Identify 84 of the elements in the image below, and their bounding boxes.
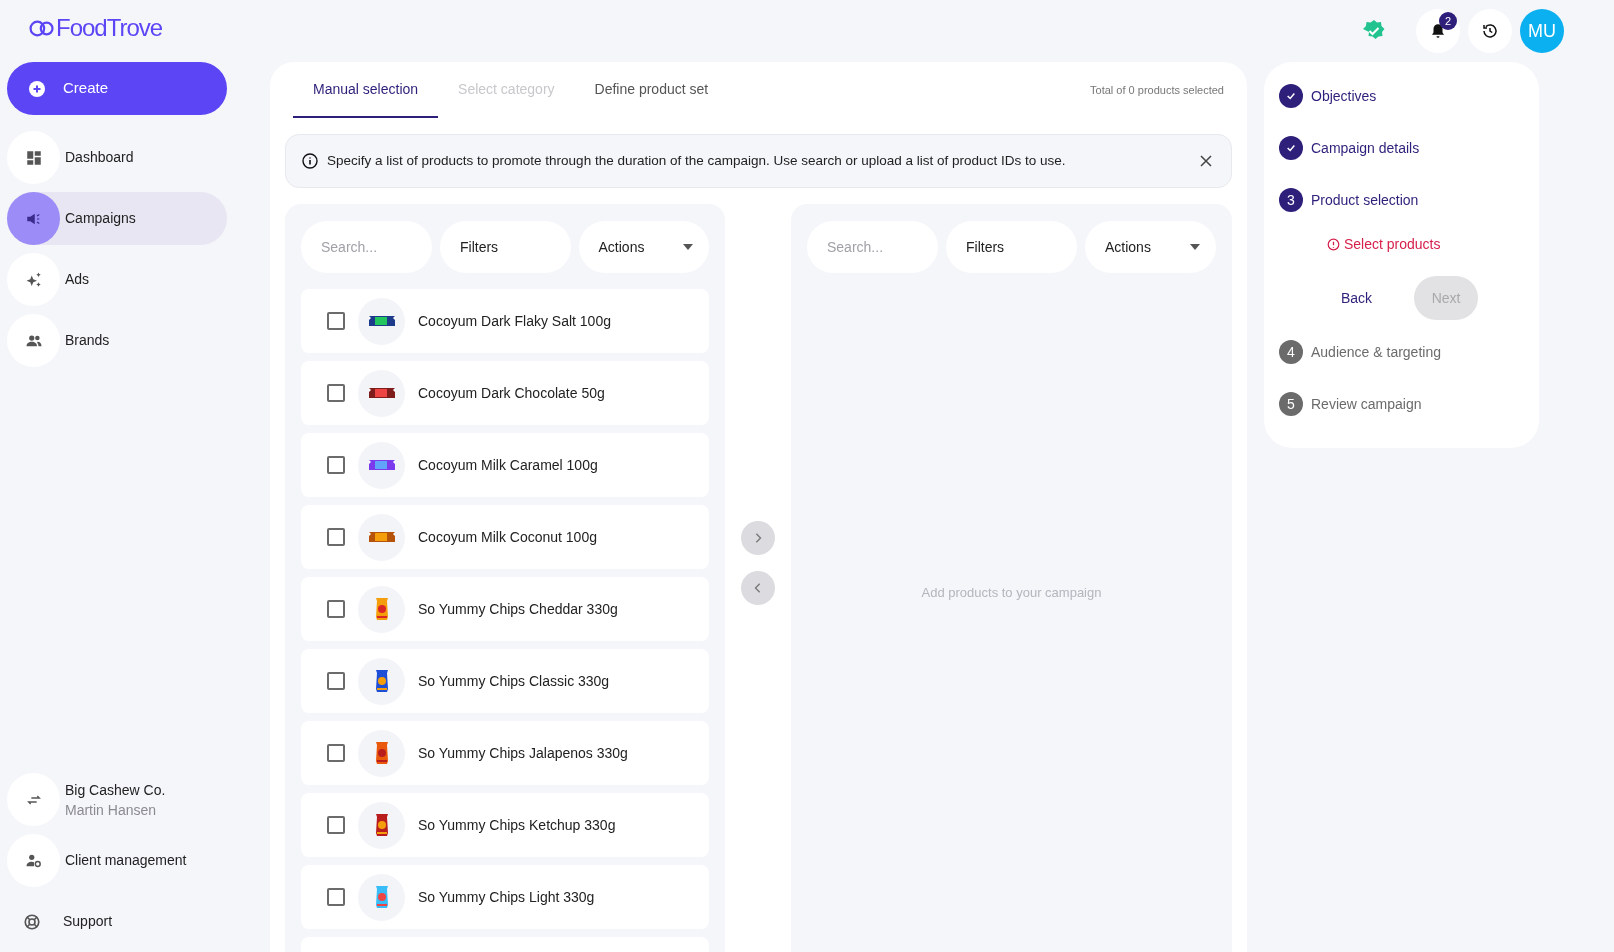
close-icon [1200, 155, 1212, 167]
caret-icon [1190, 244, 1200, 250]
info-icon [302, 153, 318, 169]
search-field[interactable]: Search... [807, 221, 938, 273]
product-row[interactable]: Cocoyum Milk Coconut 100g [301, 505, 709, 569]
product-row[interactable]: Cocoyum Milk Caramel 100g [301, 433, 709, 497]
dashboard-icon [24, 148, 43, 167]
product-row[interactable]: So Yummy Chips Light 330g [301, 865, 709, 929]
lifebuoy-icon [23, 912, 41, 931]
error-message: Select products [1344, 234, 1441, 254]
step-label[interactable]: Objectives [1311, 85, 1377, 107]
sparkles-icon [24, 270, 43, 289]
product-name: Cocoyum Milk Caramel 100g [418, 455, 598, 475]
nav-item[interactable]: Campaigns [7, 192, 227, 245]
step-label[interactable]: Review campaign [1311, 393, 1422, 415]
nav-label: Brands [65, 331, 110, 350]
tab[interactable]: Manual selection [293, 62, 439, 118]
product-row[interactable]: So Yummy Chips Cheddar 330g [301, 577, 709, 641]
logo[interactable]: FoodTrove [56, 10, 163, 46]
step-label[interactable]: Audience & targeting [1311, 341, 1441, 363]
notification-count: 2 [1439, 12, 1457, 30]
product-name: So Yummy Chips Ketchup 330g [418, 815, 616, 835]
step-label[interactable]: Product selection [1311, 189, 1419, 211]
nav-label: Support [63, 912, 113, 931]
product-row[interactable]: So Yummy Chips Jalapenos 330g [301, 721, 709, 785]
tab[interactable]: Define product set [574, 62, 729, 118]
actions-dropdown[interactable]: Actions [578, 221, 709, 273]
nav-label: Ads [65, 270, 90, 289]
filters-button[interactable]: Filters [440, 221, 571, 273]
product-name: Cocoyum Dark Flaky Salt 100g [418, 311, 611, 331]
nav-item[interactable]: Ads [7, 253, 227, 306]
logo-rings-icon [29, 19, 55, 37]
nav-item[interactable]: Client management [7, 834, 263, 887]
empty-state-text: Add products to your campaign [921, 583, 1102, 602]
product-name: So Yummy Chips Cheddar 330g [418, 599, 618, 619]
product-name: Cocoyum Dark Chocolate 50g [418, 383, 605, 403]
check-icon [1286, 143, 1296, 153]
step-number-badge: 4 [1279, 340, 1303, 364]
step-label[interactable]: Campaign details [1311, 137, 1420, 159]
notifications-button[interactable]: 2 [1416, 9, 1460, 53]
checkbox[interactable] [327, 456, 345, 474]
nav-item[interactable]: Support [7, 895, 263, 948]
checkbox[interactable] [327, 528, 345, 546]
alert-icon [1327, 237, 1340, 251]
chevron-left-icon [753, 583, 763, 593]
checkbox[interactable] [327, 816, 345, 834]
user-name: Martin Hansen [65, 800, 158, 820]
product-name: Cocoyum Milk Coconut 100g [418, 527, 597, 547]
create-button[interactable]: Create [7, 62, 227, 115]
nav-label: Campaigns [65, 209, 136, 228]
checkbox[interactable] [327, 888, 345, 906]
product-row[interactable]: Cocoyum Dark Chocolate 50g [301, 361, 709, 425]
search-field[interactable]: Search... [301, 221, 432, 273]
product-row[interactable]: So Yummy Chips Ketchup 330g [301, 793, 709, 857]
selection-total: Total of 0 products selected [1090, 82, 1224, 98]
company-name: Big Cashew Co. [65, 780, 166, 800]
product-name: So Yummy Chips Light 330g [418, 887, 595, 907]
account-switcher[interactable]: Big Cashew Co. Martin Hansen [7, 773, 263, 826]
checkbox[interactable] [327, 312, 345, 330]
check-icon [1286, 91, 1296, 101]
checkbox[interactable] [327, 744, 345, 762]
back-button[interactable]: Back [1317, 276, 1397, 320]
nav-label: Client management [65, 851, 187, 870]
history-button[interactable] [1468, 9, 1512, 53]
caret-icon [683, 244, 693, 250]
product-name: So Yummy Chips Classic 330g [418, 671, 610, 691]
product-row[interactable]: So Yummy Chips Classic 330g [301, 649, 709, 713]
actions-dropdown[interactable]: Actions [1085, 221, 1216, 273]
product-row[interactable]: Cocoyum Dark Flaky Salt 100g [301, 289, 709, 353]
checkbox[interactable] [327, 600, 345, 618]
nav-label: Dashboard [65, 148, 134, 167]
checkbox[interactable] [327, 672, 345, 690]
history-icon [1481, 22, 1499, 40]
info-text: Specify a list of products to promote through the duration of the campaign. Use search or upload a list of product IDs to use. [327, 151, 1067, 170]
step-number-badge: 5 [1279, 392, 1303, 416]
nav-item[interactable]: Brands [7, 314, 227, 367]
filters-button[interactable]: Filters [946, 221, 1077, 273]
chevron-right-icon [753, 533, 763, 543]
product-name: So Yummy Chips Jalapenos 330g [418, 743, 628, 763]
step-number-badge: 3 [1279, 188, 1303, 212]
nav-item[interactable]: Dashboard [7, 131, 227, 184]
checkbox[interactable] [327, 384, 345, 402]
bell-icon [1429, 22, 1447, 40]
plus-circle-icon [29, 80, 45, 97]
